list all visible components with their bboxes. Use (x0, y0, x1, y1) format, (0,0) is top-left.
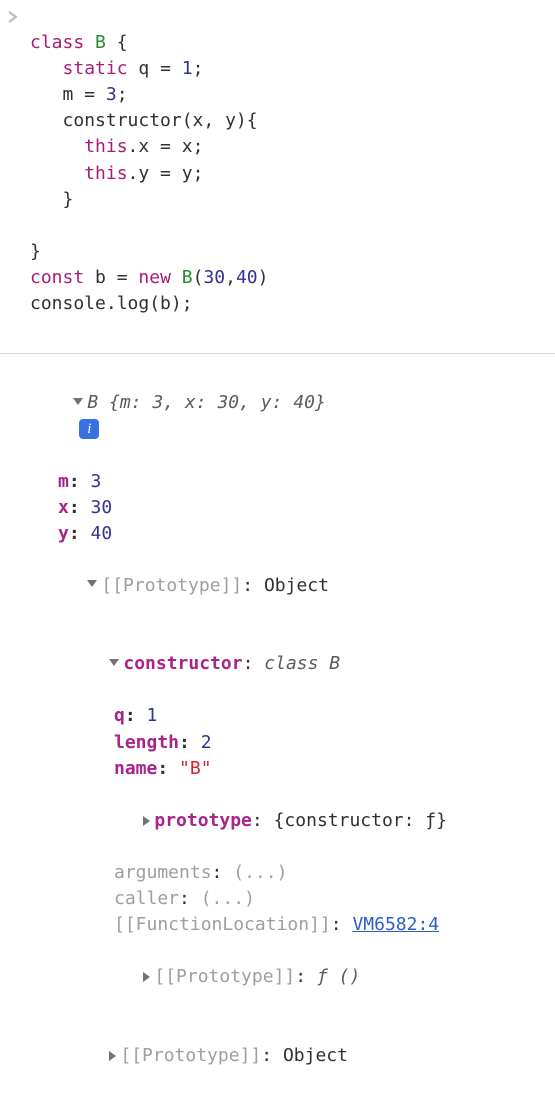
outer-prototype[interactable]: [[Prototype]]: Object (30, 1017, 547, 1095)
class-ref: B (87, 392, 98, 413)
ctor-caller[interactable]: caller: (...) (30, 886, 547, 912)
constructor-entry[interactable]: constructor: class B (30, 625, 547, 703)
disclosure-triangle-icon[interactable] (73, 398, 83, 405)
disclosure-triangle-icon[interactable] (109, 659, 119, 666)
ctor-length[interactable]: length: 2 (30, 730, 547, 756)
console-input-row: class B { static q = 1; m = 3; construct… (0, 0, 555, 353)
ctor-prototype-internal[interactable]: [[Prototype]]: ƒ () (30, 938, 547, 1016)
class-name-B: B (95, 32, 106, 53)
prop-x[interactable]: x: 30 (30, 495, 547, 521)
object-header[interactable]: B {m: 3, x: 30, y: 40} i (30, 364, 547, 468)
constructor-sig: constructor(x, y){ (63, 110, 258, 131)
vm-link[interactable]: VM6582:4 (352, 914, 439, 935)
input-code[interactable]: class B { static q = 1; m = 3; construct… (30, 4, 269, 343)
kw-class: class (30, 32, 84, 53)
ctor-function-location[interactable]: [[FunctionLocation]]: VM6582:4 (30, 912, 547, 938)
ctor-prototype[interactable]: prototype: {constructor: ƒ} (30, 782, 547, 860)
info-icon[interactable]: i (79, 419, 99, 439)
prop-m[interactable]: m: 3 (30, 469, 547, 495)
disclosure-triangle-icon[interactable] (87, 580, 97, 587)
console-output-row: B {m: 3, x: 30, y: 40} i m: 3 x: 30 y: 4… (0, 354, 555, 1105)
disclosure-triangle-icon[interactable] (109, 1051, 116, 1061)
disclosure-triangle-icon[interactable] (143, 816, 150, 826)
prop-y[interactable]: y: 40 (30, 521, 547, 547)
kw-static: static (63, 58, 128, 79)
prompt-chevron-icon (8, 4, 30, 23)
ctor-name[interactable]: name: "B" (30, 756, 547, 782)
ctor-arguments[interactable]: arguments: (...) (30, 860, 547, 886)
prototype-object[interactable]: [[Prototype]]: Object (30, 547, 547, 625)
ctor-q[interactable]: q: 1 (30, 703, 547, 729)
disclosure-triangle-icon[interactable] (143, 972, 150, 982)
